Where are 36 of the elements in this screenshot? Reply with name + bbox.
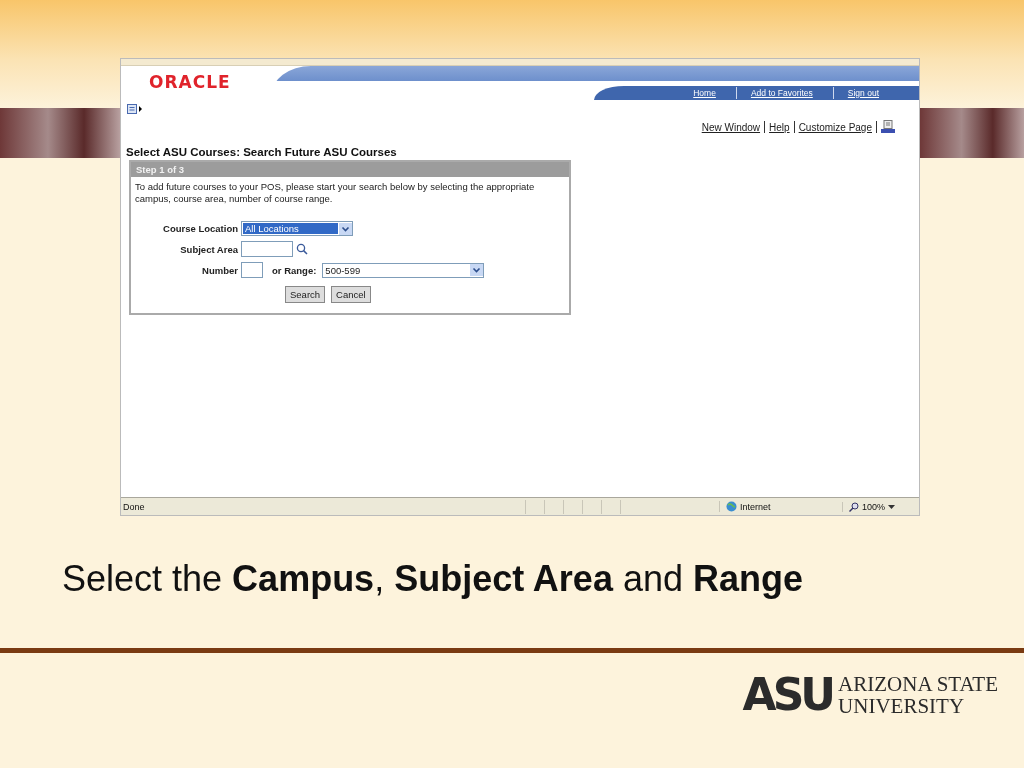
subject-input[interactable]	[241, 241, 293, 257]
form-button[interactable]: Search	[285, 286, 326, 303]
zoom-level[interactable]: 100%	[862, 501, 886, 512]
instructions-text: To add future courses to your POS, please start your search below by selecting the appropriate campus, course area, number of course range.	[135, 181, 536, 205]
field-label: Subject Area	[179, 243, 239, 255]
globe-icon	[726, 501, 737, 512]
range-dropdown[interactable]: 500-599	[322, 262, 485, 278]
field-label: Number	[201, 264, 239, 276]
nav-link[interactable]: Home	[679, 88, 736, 98]
oracle-logo: ORACLE	[148, 71, 232, 94]
page-link[interactable]: Customize Page	[798, 121, 872, 133]
nav-link[interactable]: Sign out	[833, 88, 899, 98]
number-input[interactable]	[241, 262, 263, 278]
search-icon[interactable]	[296, 243, 308, 255]
zone-text: Internet	[740, 501, 771, 512]
page-title: Select ASU Courses: Search Future ASU Courses	[126, 146, 398, 158]
logo-mark: ASU	[742, 671, 833, 719]
zoom-icon[interactable]	[849, 501, 859, 512]
status-text: Done	[122, 501, 146, 512]
caret-icon[interactable]	[888, 504, 896, 509]
logo-text: ARIZONA STATE	[838, 673, 998, 695]
location-dropdown[interactable]: All Locations	[241, 221, 353, 236]
slide-caption: Select the Campus, Subject Area and Range	[62, 558, 804, 600]
nav-link[interactable]: Add to Favorites	[736, 88, 833, 98]
dropdown-value: All Locations	[243, 223, 338, 234]
dropdown-value: 500-599	[324, 264, 362, 276]
http-page-icon[interactable]	[881, 120, 895, 134]
form-button[interactable]: Cancel	[331, 286, 371, 303]
page-link[interactable]: New Window	[701, 121, 761, 133]
dropdown-arrow-icon[interactable]	[470, 264, 484, 276]
field-label: or Range:	[271, 264, 318, 276]
step-header: Step 1 of 3	[131, 162, 569, 177]
field-label: Course Location	[162, 223, 239, 234]
logo-text: UNIVERSITY	[838, 695, 966, 717]
page-link[interactable]: Help	[769, 121, 790, 133]
menu-toggle-icon[interactable]	[127, 104, 143, 114]
